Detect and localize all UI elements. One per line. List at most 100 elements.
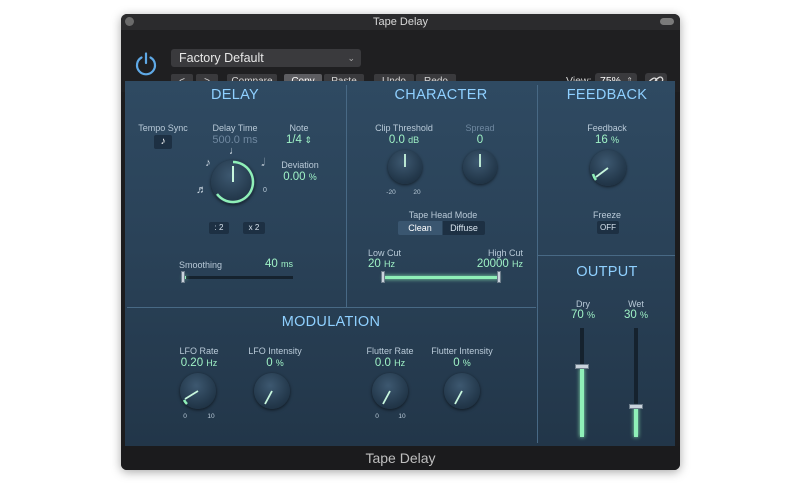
- power-button[interactable]: [133, 51, 159, 77]
- clip-threshold-knob[interactable]: [388, 150, 422, 184]
- tape-head-mode-clean[interactable]: Clean: [398, 221, 442, 235]
- flutter-rate-label: Flutter Rate: [366, 346, 414, 356]
- note-value-stepper[interactable]: 1/4 ⇕: [281, 134, 317, 146]
- lfo-rate-number: 0.20: [180, 357, 204, 369]
- high-cut-label: High Cut: [487, 248, 523, 258]
- flutter-intensity-label: Flutter Intensity: [431, 346, 493, 356]
- lfo-intensity-knob[interactable]: [254, 373, 290, 409]
- clip-threshold-unit: dB: [408, 135, 420, 145]
- low-cut-label: Low Cut: [368, 248, 402, 258]
- lfo-intensity-value[interactable]: 0 %: [245, 357, 305, 369]
- lfo-rate-knob[interactable]: [180, 373, 216, 409]
- plugin-window: Tape Delay Factory Default ⌄ < > Compare…: [121, 14, 680, 470]
- dry-number: 70: [570, 309, 584, 321]
- flutter-rate-value[interactable]: 0.0 Hz: [361, 357, 419, 369]
- deviation-unit: %: [308, 172, 317, 182]
- title-bar: Tape Delay: [121, 14, 680, 30]
- lfo-intensity-label: LFO Intensity: [248, 346, 302, 356]
- knob-indicator: [264, 390, 273, 405]
- note-value: 1/4: [285, 134, 302, 146]
- clip-min: -20: [386, 189, 396, 196]
- flutter-rate-knob[interactable]: [372, 373, 408, 409]
- feedback-knob[interactable]: [590, 150, 626, 186]
- tempo-sync-button[interactable]: ♪: [154, 135, 172, 149]
- low-cut-unit: Hz: [384, 259, 395, 269]
- plugin-footer: Tape Delay: [121, 446, 680, 470]
- knob-indicator: [454, 390, 463, 405]
- chevron-down-icon: ⌄: [347, 53, 355, 63]
- smoothing-slider-track[interactable]: [183, 276, 293, 279]
- dry-fader-fill: [580, 368, 584, 437]
- wet-label: Wet: [628, 299, 644, 309]
- feedback-unit: %: [610, 135, 619, 145]
- divide-by-two-button[interactable]: : 2: [209, 222, 229, 234]
- lfo-min: 0: [183, 413, 187, 420]
- wet-unit: %: [639, 310, 648, 320]
- tape-head-mode-diffuse[interactable]: Diffuse: [443, 221, 485, 235]
- multiply-by-two-button[interactable]: x 2: [243, 222, 265, 234]
- spread-label: Spread: [465, 123, 495, 133]
- smoothing-number: 40: [265, 258, 278, 270]
- low-cut-number: 20: [368, 258, 381, 270]
- knob-indicator: [479, 154, 481, 167]
- smoothing-value[interactable]: 40 ms: [259, 258, 299, 270]
- feedback-label: Feedback: [587, 123, 627, 133]
- lfo-rate-value[interactable]: 0.20 Hz: [169, 357, 229, 369]
- high-cut-value[interactable]: 20000 Hz: [465, 258, 523, 270]
- window-control-pill[interactable]: [660, 18, 674, 25]
- wet-value[interactable]: 30 %: [616, 309, 656, 321]
- low-cut-handle[interactable]: [381, 271, 385, 283]
- dry-fader-handle[interactable]: [575, 364, 589, 369]
- clip-threshold-number: 0.0: [388, 134, 405, 146]
- spread-knob[interactable]: [463, 150, 497, 184]
- tape-head-mode-label: Tape Head Mode: [408, 210, 478, 220]
- clip-threshold-value[interactable]: 0.0 dB: [369, 134, 439, 146]
- freeze-label: Freeze: [592, 210, 621, 220]
- window-title: Tape Delay: [372, 16, 429, 28]
- tempo-sync-label: Tempo Sync: [138, 123, 188, 133]
- flutter-intensity-knob[interactable]: [444, 373, 480, 409]
- flutter-max: 10: [398, 413, 406, 420]
- deviation-number: 0.00: [283, 171, 306, 183]
- cut-range-fill: [383, 276, 499, 279]
- scale-zero: 0: [263, 187, 267, 194]
- clip-threshold-label: Clip Threshold: [375, 123, 433, 133]
- feedback-section-title: FEEDBACK: [566, 87, 648, 103]
- feedback-number: 16: [594, 134, 608, 146]
- knob-indicator: [591, 167, 609, 181]
- modulation-section-title: MODULATION: [281, 314, 381, 330]
- divider: [537, 85, 538, 443]
- flutter-rate-number: 0.0: [374, 357, 391, 369]
- eighth-note-icon: ♪: [160, 136, 166, 147]
- close-button[interactable]: [125, 17, 134, 26]
- output-section-title: OUTPUT: [576, 264, 638, 280]
- deviation-label: Deviation: [281, 160, 319, 170]
- character-section-title: CHARACTER: [394, 87, 488, 103]
- flutter-intensity-value[interactable]: 0 %: [433, 357, 491, 369]
- smoothing-label: Smoothing: [179, 260, 223, 270]
- knob-indicator: [404, 154, 406, 167]
- freeze-toggle[interactable]: OFF: [597, 221, 619, 234]
- delay-section-title: DELAY: [211, 87, 259, 103]
- dry-label: Dry: [576, 299, 590, 309]
- divider: [127, 307, 536, 308]
- high-cut-handle[interactable]: [497, 271, 501, 283]
- spread-value[interactable]: 0: [457, 134, 503, 146]
- delay-time-knob[interactable]: [211, 160, 255, 204]
- divider: [538, 255, 675, 256]
- deviation-value[interactable]: 0.00 %: [275, 171, 325, 183]
- lfo-rate-unit: Hz: [206, 358, 218, 368]
- dry-value[interactable]: 70 %: [563, 309, 603, 321]
- smoothing-slider-handle[interactable]: [181, 271, 185, 283]
- flutter-intensity-unit: %: [462, 358, 471, 368]
- stepper-icon: ⇕: [301, 135, 313, 145]
- half-note-icon: 𝅗𝅥: [261, 157, 265, 169]
- flutter-rate-unit: Hz: [394, 358, 406, 368]
- wet-fader-fill: [634, 407, 638, 437]
- wet-number: 30: [623, 309, 637, 321]
- wet-fader-handle[interactable]: [629, 404, 643, 409]
- low-cut-value[interactable]: 20 Hz: [368, 258, 408, 270]
- feedback-value[interactable]: 16 %: [580, 134, 634, 146]
- preset-menu[interactable]: Factory Default ⌄: [171, 49, 361, 67]
- lfo-max: 10: [207, 413, 215, 420]
